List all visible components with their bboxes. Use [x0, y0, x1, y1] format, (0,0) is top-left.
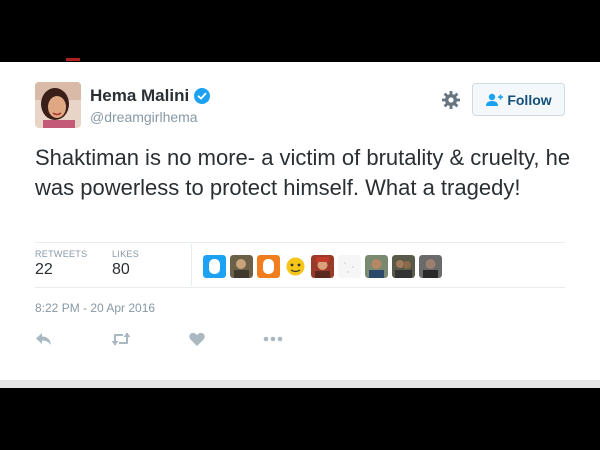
liker-avatar[interactable]: [203, 255, 226, 278]
reply-button[interactable]: [35, 330, 52, 348]
likes-stat[interactable]: LIKES 80: [112, 249, 139, 279]
tweet-timestamp[interactable]: 8:22 PM - 20 Apr 2016: [35, 301, 155, 315]
more-icon: [263, 336, 283, 342]
retweets-label: RETWEETS: [35, 249, 88, 259]
gear-icon[interactable]: [441, 90, 461, 110]
bottom-black-bar: [0, 388, 600, 450]
divider: [35, 287, 565, 288]
likers-avatars: [203, 255, 442, 278]
liker-avatar[interactable]: [338, 255, 361, 278]
card-bottom-strip: [0, 380, 600, 388]
liker-avatar[interactable]: [392, 255, 415, 278]
liker-avatar[interactable]: [419, 255, 442, 278]
avatar[interactable]: [35, 82, 81, 128]
more-button[interactable]: [263, 330, 283, 348]
retweets-stat[interactable]: RETWEETS 22: [35, 249, 87, 279]
retweet-button[interactable]: [111, 330, 131, 348]
liker-avatar[interactable]: [230, 255, 253, 278]
liker-avatar[interactable]: [257, 255, 280, 278]
likes-count: 80: [112, 261, 130, 278]
top-black-bar: [0, 0, 600, 62]
divider: [35, 242, 565, 243]
tweet-card: Hema Malini @dreamgirlhema Follow Shakti…: [0, 62, 600, 380]
retweets-count: 22: [35, 261, 53, 278]
likes-label: LIKES: [112, 249, 140, 259]
add-user-icon: [486, 93, 504, 106]
tweet-text: Shaktiman is no more- a victim of brutal…: [35, 145, 571, 200]
verified-badge-icon: [194, 88, 211, 104]
user-handle[interactable]: @dreamgirlhema: [90, 109, 198, 125]
red-accent-mark: [66, 58, 80, 61]
display-name[interactable]: Hema Malini: [90, 86, 189, 106]
retweet-icon: [111, 332, 131, 346]
like-icon: [189, 332, 205, 346]
liker-avatar[interactable]: [284, 255, 307, 278]
divider: [191, 244, 192, 286]
liker-avatar[interactable]: [311, 255, 334, 278]
like-button[interactable]: [189, 330, 205, 348]
liker-avatar[interactable]: [365, 255, 388, 278]
display-name-row: Hema Malini: [90, 86, 211, 106]
follow-button[interactable]: Follow: [472, 83, 565, 116]
reply-icon: [36, 333, 51, 345]
follow-button-label: Follow: [507, 91, 552, 108]
